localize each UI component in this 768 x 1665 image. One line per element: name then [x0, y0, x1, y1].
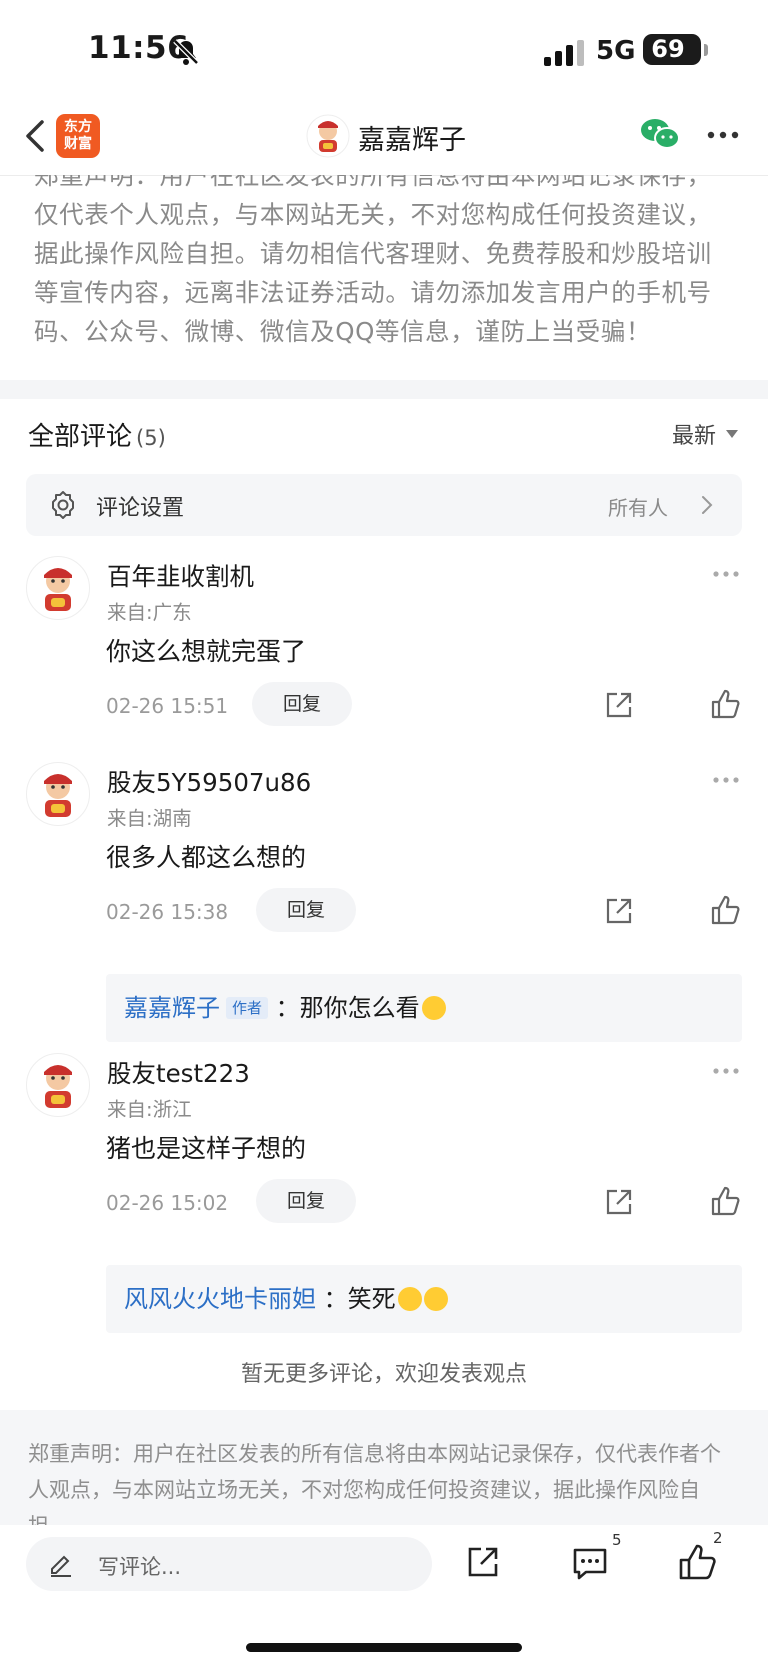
write-comment-placeholder: 写评论... [98, 1555, 182, 1579]
sub-reply-text: ：笑死 [323, 1285, 396, 1313]
comment-icon[interactable] [572, 1545, 608, 1581]
sub-reply-author[interactable]: 风风火火地卡丽妲 [124, 1285, 316, 1313]
share-icon[interactable] [604, 896, 634, 926]
comments-count: (5) [136, 426, 166, 450]
share-icon[interactable] [604, 690, 634, 720]
avatar[interactable] [26, 556, 90, 620]
comment-time: 02-26 15:51 [106, 694, 229, 718]
reply-button[interactable]: 回复 [252, 682, 352, 726]
sub-reply[interactable]: 风风火火地卡丽妲 ：笑死 [106, 1265, 742, 1333]
avatar[interactable] [26, 762, 90, 826]
disclaimer-top: 郑重声明：用户在社区发表的所有信息将由本网站记录保存，仅代表个人观点，与本网站无… [34, 175, 734, 355]
section-divider [0, 380, 768, 399]
author-badge: 作者 [226, 997, 269, 1019]
signal-icon [544, 40, 584, 66]
comments-header: 全部评论 (5) [28, 416, 166, 453]
back-icon[interactable] [20, 116, 50, 156]
avatar[interactable] [26, 1053, 90, 1117]
battery-cap [704, 44, 708, 56]
footer-disclaimer-text: 郑重声明：用户在社区发表的所有信息将由本网站记录保存，仅代表作者个人观点，与本网… [28, 1442, 721, 1525]
network-type: 5G [596, 36, 636, 66]
chevron-right-icon [702, 496, 713, 514]
logo-line1: 东方 [64, 119, 92, 135]
app-logo[interactable]: 东方 财富 [56, 114, 100, 158]
comment-time: 02-26 15:02 [106, 1191, 229, 1215]
settings-label: 评论设置 [96, 496, 185, 521]
no-more-comments: 暂无更多评论，欢迎发表观点 [240, 1362, 527, 1387]
wechat-icon[interactable] [640, 116, 680, 152]
battery-icon: 69 [643, 34, 701, 65]
write-comment-input[interactable]: 写评论... [26, 1537, 432, 1591]
author-avatar[interactable] [306, 114, 350, 158]
logo-line2: 财富 [64, 136, 92, 152]
thumbs-up-icon[interactable] [710, 1185, 740, 1217]
settings-value: 所有人 [608, 496, 668, 520]
disclaimer-text: 郑重声明：用户在社区发表的所有信息将由本网站记录保存，仅代表个人观点，与本网站无… [34, 175, 712, 346]
bottom-bar: 写评论... 5 2 [0, 1525, 768, 1665]
comment-author[interactable]: 百年韭收割机 [107, 558, 254, 593]
comment-location: 来自:湖南 [107, 807, 192, 830]
sort-dropdown[interactable]: 最新 [672, 418, 716, 450]
more-icon[interactable] [712, 570, 740, 578]
footer-disclaimer: 郑重声明：用户在社区发表的所有信息将由本网站记录保存，仅代表作者个人观点，与本网… [0, 1410, 768, 1525]
comment-location: 来自:广东 [107, 601, 192, 624]
comment-author[interactable]: 股友5Y59507u86 [107, 764, 311, 799]
comment-text: 你这么想就完蛋了 [106, 637, 307, 666]
nav-bar: 东方 财富 嘉嘉辉子 [0, 100, 768, 176]
sub-reply-author[interactable]: 嘉嘉辉子 [124, 994, 220, 1022]
thumbs-up-icon[interactable] [710, 688, 740, 720]
comment-location: 来自:浙江 [107, 1098, 192, 1121]
reply-button[interactable]: 回复 [256, 888, 356, 932]
pen-icon [51, 1555, 71, 1577]
comment-author[interactable]: 股友test223 [107, 1055, 250, 1090]
comment-time: 02-26 15:38 [106, 900, 229, 924]
caret-down-icon[interactable] [726, 430, 738, 438]
comments-title: 全部评论 [28, 422, 133, 452]
laughing-emoji-icon [397, 1287, 422, 1311]
reply-button[interactable]: 回复 [256, 1179, 356, 1223]
thumbs-up-icon[interactable] [678, 1543, 716, 1581]
laughing-emoji-icon [423, 1287, 448, 1311]
more-icon[interactable] [706, 130, 740, 140]
comment-count-badge: 5 [612, 1531, 622, 1549]
more-icon[interactable] [712, 1067, 740, 1075]
thumbs-up-icon[interactable] [710, 894, 740, 926]
comment-text: 猪也是这样子想的 [106, 1134, 307, 1163]
like-count-badge: 2 [713, 1529, 723, 1547]
bell-off-icon [173, 39, 199, 65]
share-icon[interactable] [466, 1545, 500, 1579]
sub-reply[interactable]: 嘉嘉辉子 作者 ：那你怎么看 [106, 974, 742, 1042]
flushed-emoji-icon [421, 996, 446, 1020]
status-bar: 11:56 5G 69 [0, 0, 768, 100]
more-icon[interactable] [712, 776, 740, 784]
gear-icon [52, 491, 74, 519]
comment-text: 很多人都这么想的 [106, 843, 307, 872]
comment-settings-row[interactable]: 评论设置 所有人 [26, 474, 742, 536]
home-indicator[interactable] [246, 1643, 522, 1652]
battery-level: 69 [651, 35, 685, 63]
share-icon[interactable] [604, 1187, 634, 1217]
sub-reply-text: ：那你怎么看 [275, 994, 420, 1022]
page-title: 嘉嘉辉子 [358, 125, 466, 156]
